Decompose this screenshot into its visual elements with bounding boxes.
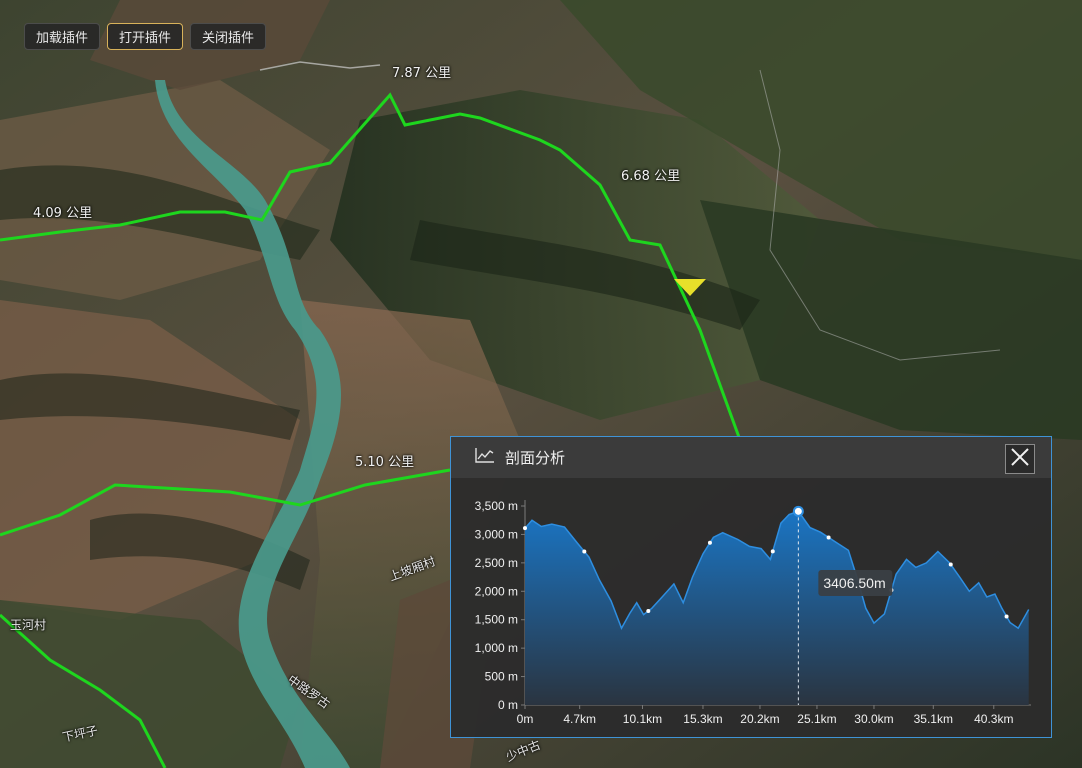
tooltip-text: 3406.50m <box>823 575 885 591</box>
panel-title: 剖面分析 <box>505 449 566 467</box>
sample-point <box>826 535 831 540</box>
profile-analysis-panel: 剖面分析 0 m 500 m 1,000 m 1,500 m 2,000 m 2,500 … <box>450 436 1052 738</box>
x-tick-label: 15.3km <box>683 712 722 726</box>
cursor-point <box>792 505 804 517</box>
panel-header: 剖面分析 <box>451 437 1051 478</box>
y-tick-label: 2,000 m <box>475 584 518 598</box>
line-chart-icon <box>475 447 495 468</box>
y-tick-label: 1,000 m <box>475 641 518 655</box>
elevation-profile-chart[interactable]: 0 m 500 m 1,000 m 1,500 m 2,000 m 2,500 m 3,00… <box>451 478 1051 737</box>
x-tick-label: 35.1km <box>914 712 953 726</box>
y-tick-label: 3,000 m <box>475 527 518 541</box>
sample-point <box>646 609 651 614</box>
x-tick-label: 30.0km <box>854 712 893 726</box>
x-tick-label: 40.3km <box>974 712 1013 726</box>
sample-point <box>582 549 587 554</box>
distance-label: 6.68 公里 <box>621 169 681 184</box>
y-tick-label: 3,500 m <box>475 499 518 513</box>
x-tick-label: 4.7km <box>563 712 596 726</box>
sample-point <box>770 549 775 554</box>
sample-point <box>523 526 527 531</box>
y-tick-label: 500 m <box>485 670 518 684</box>
close-plugin-button[interactable]: 关闭插件 <box>190 23 267 50</box>
y-axis: 0 m 500 m 1,000 m 1,500 m 2,000 m 2,500 m 3,00… <box>475 499 526 712</box>
x-tick-label: 0m <box>517 712 534 726</box>
sample-point <box>1004 614 1009 619</box>
close-panel-button[interactable] <box>1005 444 1035 474</box>
y-tick-label: 0 m <box>498 698 518 712</box>
x-tick-label: 10.1km <box>623 712 662 726</box>
distance-label: 7.87 公里 <box>392 66 452 81</box>
sample-point <box>948 562 953 567</box>
y-tick-label: 2,500 m <box>475 556 518 570</box>
elevation-area <box>525 511 1029 705</box>
open-plugin-button[interactable]: 打开插件 <box>107 23 184 50</box>
place-label: 玉河村 <box>10 618 47 632</box>
y-tick-label: 1,500 m <box>475 613 518 627</box>
x-axis: 0m 4.7km 10.1km 15.3km 20.2km 25.1km 30.0km 35.… <box>517 704 1031 726</box>
close-icon <box>1010 447 1030 472</box>
distance-label: 5.10 公里 <box>355 455 415 470</box>
value-tooltip: 3406.50m <box>818 570 893 596</box>
toolbar: 加载插件 打开插件 关闭插件 <box>24 23 267 50</box>
x-tick-label: 20.2km <box>740 712 779 726</box>
load-plugin-button[interactable]: 加载插件 <box>24 23 101 50</box>
x-tick-label: 25.1km <box>797 712 836 726</box>
distance-label: 4.09 公里 <box>33 206 93 221</box>
sample-point <box>707 540 712 545</box>
